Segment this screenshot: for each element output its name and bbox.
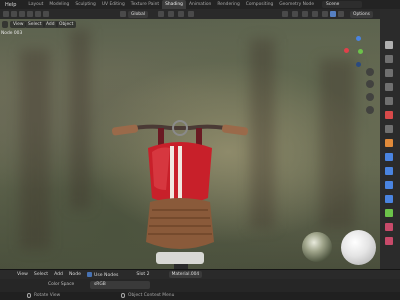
viewport-header: Global Options <box>0 9 380 19</box>
mouse-middle-icon <box>27 293 31 298</box>
motorcycle-model <box>111 120 249 270</box>
color-space-label: Color Space <box>48 282 75 287</box>
properties-tab-strip <box>380 9 400 269</box>
material-tab-icon[interactable] <box>385 223 393 231</box>
select-box-icon[interactable] <box>19 11 25 17</box>
node-node-menu[interactable]: Node <box>66 272 84 277</box>
texture-tab-icon[interactable] <box>385 237 393 245</box>
camera-view-icon[interactable] <box>366 93 374 101</box>
object-tab-icon[interactable] <box>385 139 393 147</box>
use-nodes-checkbox[interactable] <box>86 271 92 277</box>
status-context-menu: Object Context Menu <box>128 293 175 298</box>
viewport-menu-row: View Select Add Object <box>0 19 380 29</box>
xray-icon[interactable] <box>312 11 318 17</box>
data-tab-icon[interactable] <box>385 209 393 217</box>
overlay-icon[interactable] <box>302 11 308 17</box>
right-grip <box>221 124 249 136</box>
axis-z-icon[interactable] <box>356 36 361 41</box>
scene-tab-icon[interactable] <box>385 97 393 105</box>
select-menu[interactable]: Select <box>25 20 45 28</box>
mouse-right-icon <box>121 293 125 298</box>
orientation-dropdown[interactable]: Global <box>128 10 149 18</box>
axis-x-icon[interactable] <box>344 48 349 53</box>
collection-tab-icon[interactable] <box>385 125 393 133</box>
left-grip <box>111 124 139 136</box>
tab-shading[interactable]: Shading <box>162 0 186 9</box>
visibility-icon[interactable] <box>282 11 288 17</box>
tool-settings-icon[interactable] <box>2 20 8 28</box>
tab-geometry-nodes[interactable]: Geometry Node <box>276 0 317 9</box>
shading-material-icon[interactable] <box>330 11 336 17</box>
node-view-menu[interactable]: View <box>14 272 31 277</box>
workspace-tabs: Layout Modeling Sculpting UV Editing Tex… <box>25 0 317 9</box>
scene-selector[interactable]: Scene <box>322 1 362 8</box>
world-tab-icon[interactable] <box>385 111 393 119</box>
background-tree <box>320 59 355 229</box>
shading-solid-icon[interactable] <box>322 11 328 17</box>
tool-tab-icon[interactable] <box>385 41 393 49</box>
proportional-edit-icon[interactable] <box>178 11 184 17</box>
particles-tab-icon[interactable] <box>385 167 393 175</box>
axis-y-icon[interactable] <box>358 49 363 54</box>
seat <box>146 198 214 249</box>
axis-neg-z-icon[interactable] <box>356 62 361 67</box>
status-rotate-view: Rotate View <box>34 293 61 298</box>
use-nodes-label: Use Nodes <box>93 272 119 278</box>
tab-uv-editing[interactable]: UV Editing <box>99 0 128 9</box>
select-subtract-icon[interactable] <box>35 11 41 17</box>
tab-sculpting[interactable]: Sculpting <box>72 0 99 9</box>
node-add-menu[interactable]: Add <box>51 272 66 277</box>
node-editor-panel: Color Space sRGB <box>0 279 400 292</box>
pivot-icon[interactable] <box>158 11 164 17</box>
physics-tab-icon[interactable] <box>385 181 393 189</box>
shading-rendered-icon[interactable] <box>338 11 344 17</box>
snap-icon[interactable] <box>168 11 174 17</box>
orientation-icon[interactable] <box>120 11 126 17</box>
constraints-tab-icon[interactable] <box>385 195 393 203</box>
background-tree <box>70 29 90 209</box>
active-object-name: Node 003 <box>1 31 23 36</box>
node-select-menu[interactable]: Select <box>31 272 51 277</box>
options-dropdown[interactable]: Options <box>350 10 373 18</box>
slot-dropdown[interactable]: Slot 2 <box>133 272 152 277</box>
node-editor-header: View Select Add Node Use Nodes Slot 2 Ma… <box>0 269 400 279</box>
editor-type-icon[interactable] <box>3 11 9 17</box>
select-extend-icon[interactable] <box>27 11 33 17</box>
mode-icon[interactable] <box>11 11 17 17</box>
tank-stripe-left <box>170 146 174 204</box>
tab-layout[interactable]: Layout <box>25 0 46 9</box>
view-layer-tab-icon[interactable] <box>385 83 393 91</box>
hdri-preview-sphere <box>302 232 332 262</box>
select-invert-icon[interactable] <box>43 11 49 17</box>
modifier-tab-icon[interactable] <box>385 153 393 161</box>
falloff-icon[interactable] <box>188 11 194 17</box>
tab-compositing[interactable]: Compositing <box>243 0 277 9</box>
output-tab-icon[interactable] <box>385 69 393 77</box>
material-selector[interactable]: Material.004 <box>168 271 203 278</box>
render-tab-icon[interactable] <box>385 55 393 63</box>
tank-stripe-right <box>178 146 182 204</box>
tab-animation[interactable]: Animation <box>186 0 214 9</box>
view-menu[interactable]: View <box>10 20 27 28</box>
top-menu-bar: Help Layout Modeling Sculpting UV Editin… <box>0 0 400 9</box>
object-menu[interactable]: Object <box>56 20 77 28</box>
diffuse-preview-sphere <box>341 230 376 265</box>
status-bar: Rotate View Object Context Menu <box>0 292 400 300</box>
background-tree <box>20 49 50 249</box>
grid-ortho-icon[interactable] <box>366 106 374 114</box>
rear-fender <box>156 252 204 264</box>
help-menu[interactable]: Help <box>2 2 19 8</box>
zoom-icon[interactable] <box>366 68 374 76</box>
pan-hand-icon[interactable] <box>366 80 374 88</box>
color-space-dropdown[interactable]: sRGB <box>90 281 150 289</box>
tab-texture-paint[interactable]: Texture Paint <box>128 0 162 9</box>
tab-modeling[interactable]: Modeling <box>46 0 72 9</box>
gizmo-icon[interactable] <box>292 11 298 17</box>
use-nodes-toggle[interactable]: Use Nodes <box>84 271 121 278</box>
tab-rendering[interactable]: Rendering <box>214 0 242 9</box>
